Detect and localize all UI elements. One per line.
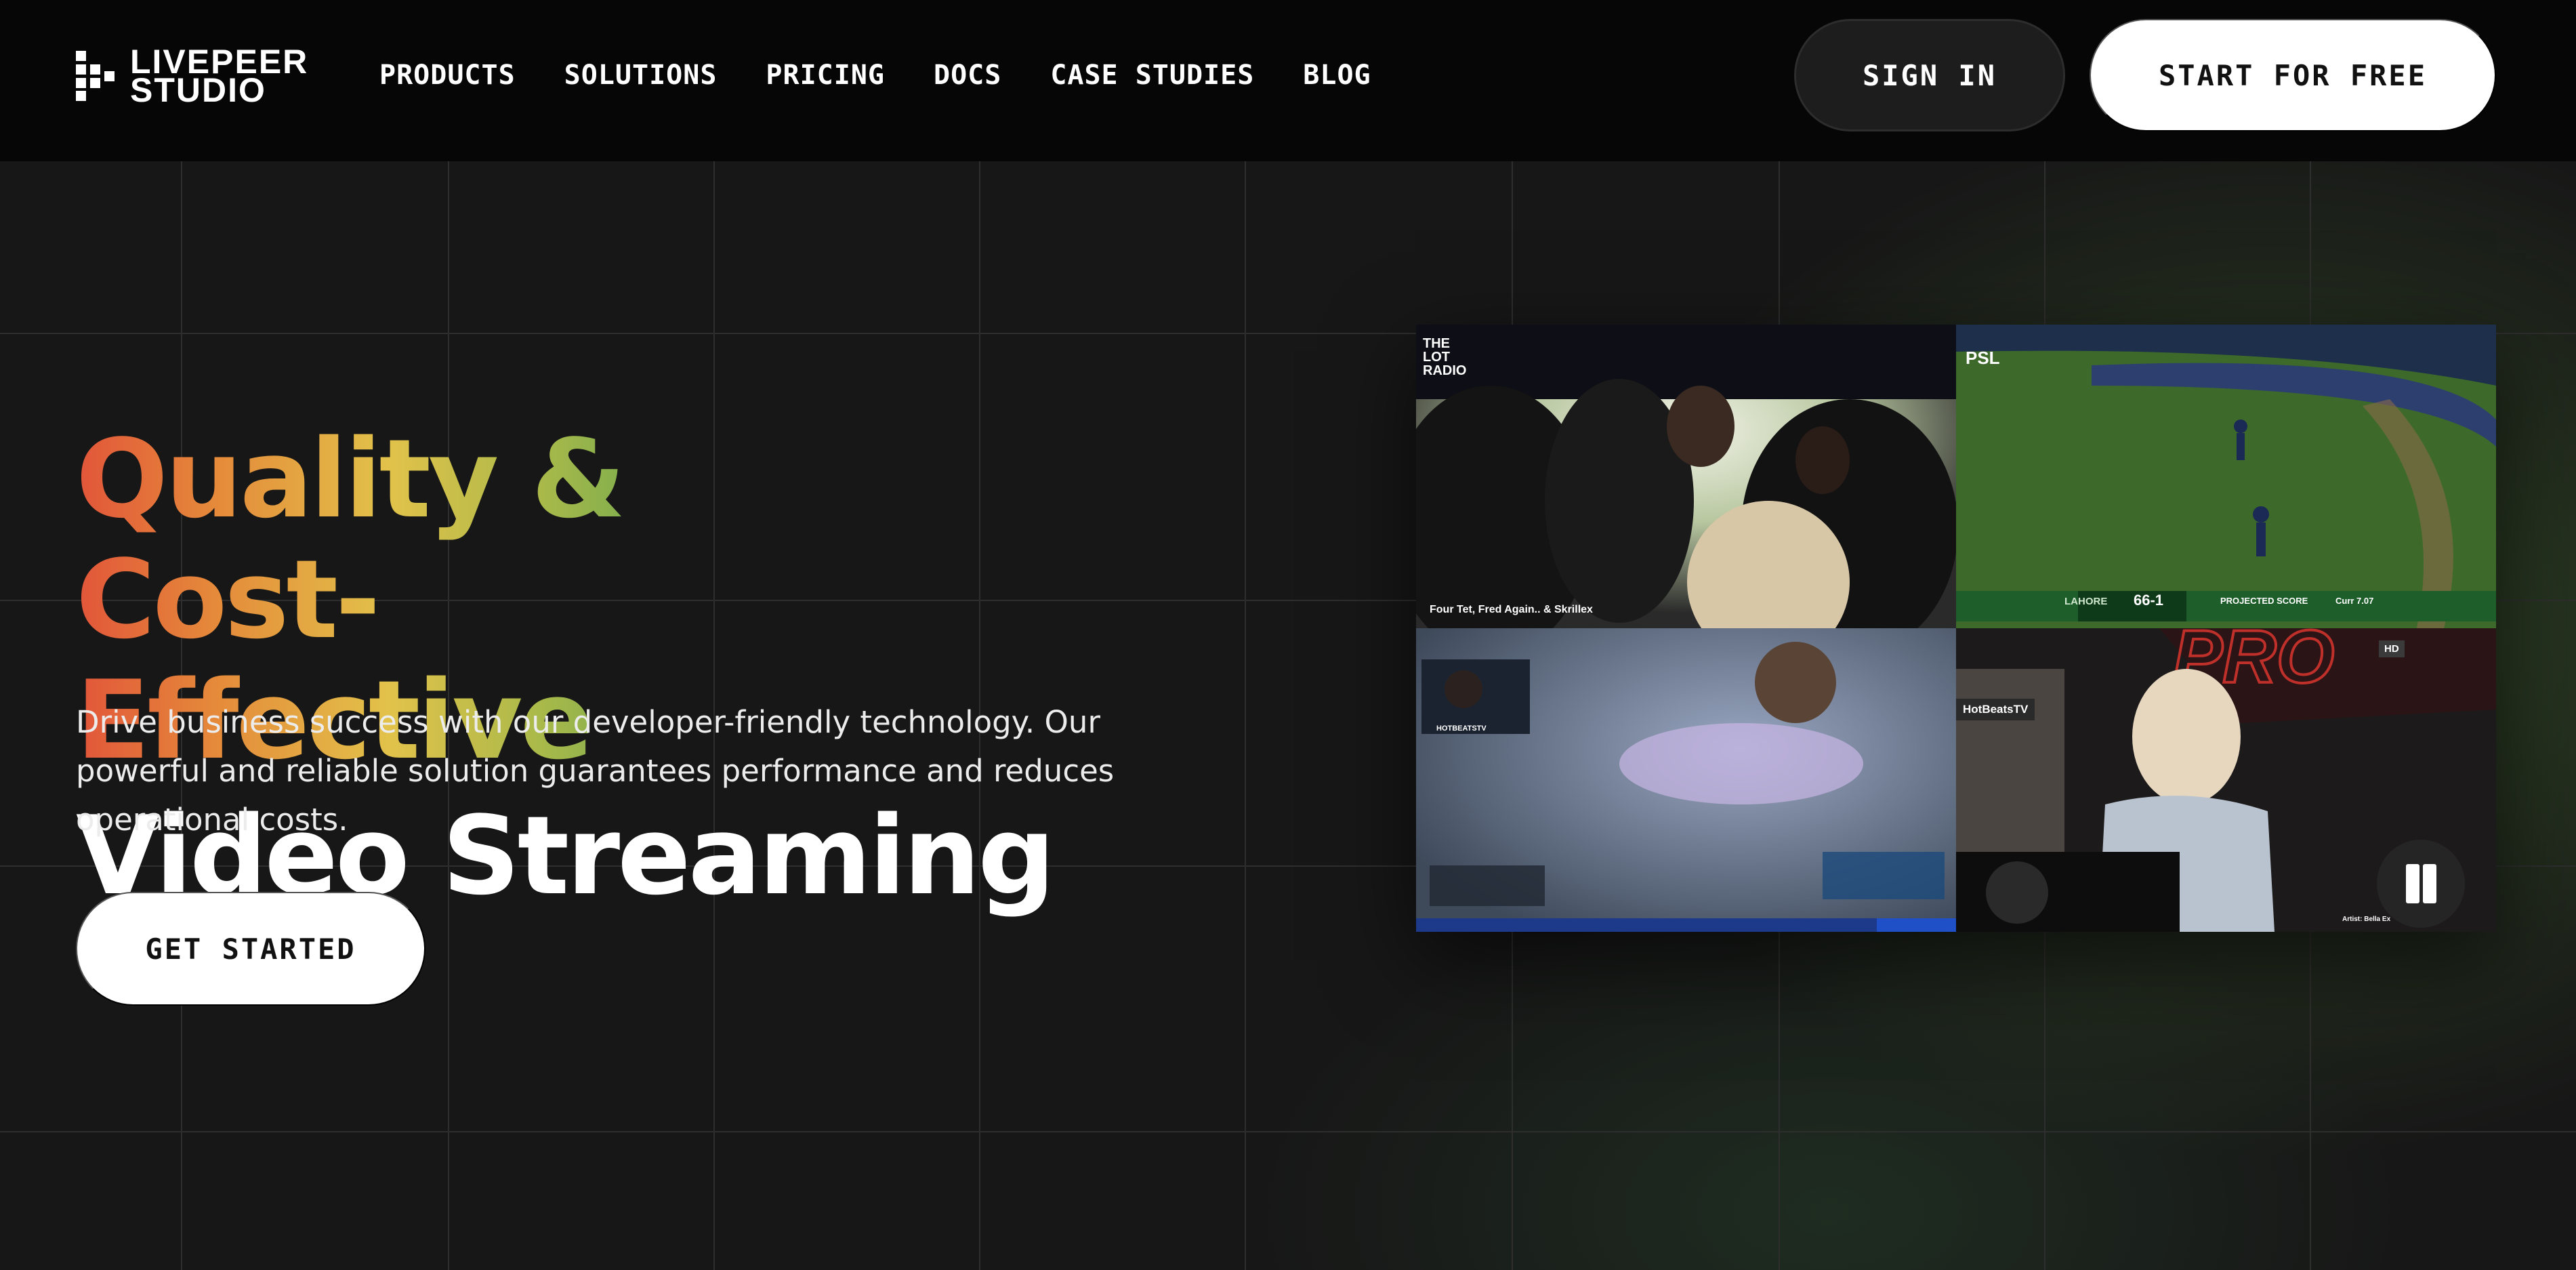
nav-links: PRODUCTS SOLUTIONS PRICING DOCS CASE STU… xyxy=(379,0,1420,150)
pause-icon-bar-left xyxy=(2406,864,2419,903)
tile2-projected: PROJECTED SCORE xyxy=(2220,596,2308,606)
cricket-image xyxy=(1956,325,2496,628)
tile4-tag: HotBeatsTV xyxy=(1956,699,2035,720)
nav-link-solutions[interactable]: SOLUTIONS xyxy=(564,60,718,91)
video-tile-gaming[interactable]: HOTBEATSTV xyxy=(1416,628,1956,932)
top-navigation: LIVEPEER STUDIO PRODUCTS SOLUTIONS PRICI… xyxy=(0,0,2576,161)
tile2-team: LAHORE xyxy=(2064,596,2108,607)
pause-icon-bar-right xyxy=(2423,864,2436,903)
video-mosaic[interactable]: THE LOT RADIO Four Tet, Fred Again.. & S… xyxy=(1416,325,2496,932)
tile2-badge: PSL xyxy=(1966,348,2000,368)
video-tile-cricket[interactable]: PSL LAHORE 66-1 PROJECTED SCORE Curr 7.0… xyxy=(1956,325,2496,628)
livepeer-logo-icon xyxy=(76,51,115,101)
concert-image xyxy=(1416,325,1956,628)
nav-link-products[interactable]: PRODUCTS xyxy=(379,60,516,91)
pause-button[interactable] xyxy=(2377,840,2465,928)
tile1-badge: THE LOT RADIO xyxy=(1423,336,1467,378)
page: LIVEPEER STUDIO PRODUCTS SOLUTIONS PRICI… xyxy=(0,0,2576,1270)
tile2-score: 66-1 xyxy=(2134,592,2164,609)
gaming-image xyxy=(1416,628,1956,932)
video-tile-concert[interactable]: THE LOT RADIO Four Tet, Fred Again.. & S… xyxy=(1416,325,1956,628)
tile4-tag-text: HotBeatsTV xyxy=(1963,703,2029,716)
start-for-free-button[interactable]: START FOR FREE xyxy=(2090,19,2496,131)
livepeer-logo[interactable]: LIVEPEER STUDIO xyxy=(76,45,308,107)
hero-subtext: Drive business success with our develope… xyxy=(76,704,1115,838)
nav-link-blog[interactable]: BLOG xyxy=(1303,60,1371,91)
tile4-caption: Artist: Bella Ex xyxy=(2342,916,2391,923)
get-started-button[interactable]: GET STARTED xyxy=(76,892,425,1006)
tile3-channel: HOTBEATSTV xyxy=(1436,724,1487,733)
tile2-rate: Curr 7.07 xyxy=(2335,596,2374,606)
nav-link-docs[interactable]: DOCS xyxy=(934,60,1001,91)
tile1-caption: Four Tet, Fred Again.. & Skrillex xyxy=(1430,604,1593,615)
tile4-hd-badge: HD xyxy=(2379,640,2405,657)
headline-line-1: Quality & Cost- xyxy=(76,415,623,663)
nav-link-case-studies[interactable]: CASE STUDIES xyxy=(1050,60,1254,91)
sign-in-button[interactable]: SIGN IN xyxy=(1794,19,2065,131)
logo-wordmark: LIVEPEER STUDIO xyxy=(130,45,308,107)
tile4-hd-text: HD xyxy=(2384,643,2399,655)
nav-link-pricing[interactable]: PRICING xyxy=(766,60,885,91)
